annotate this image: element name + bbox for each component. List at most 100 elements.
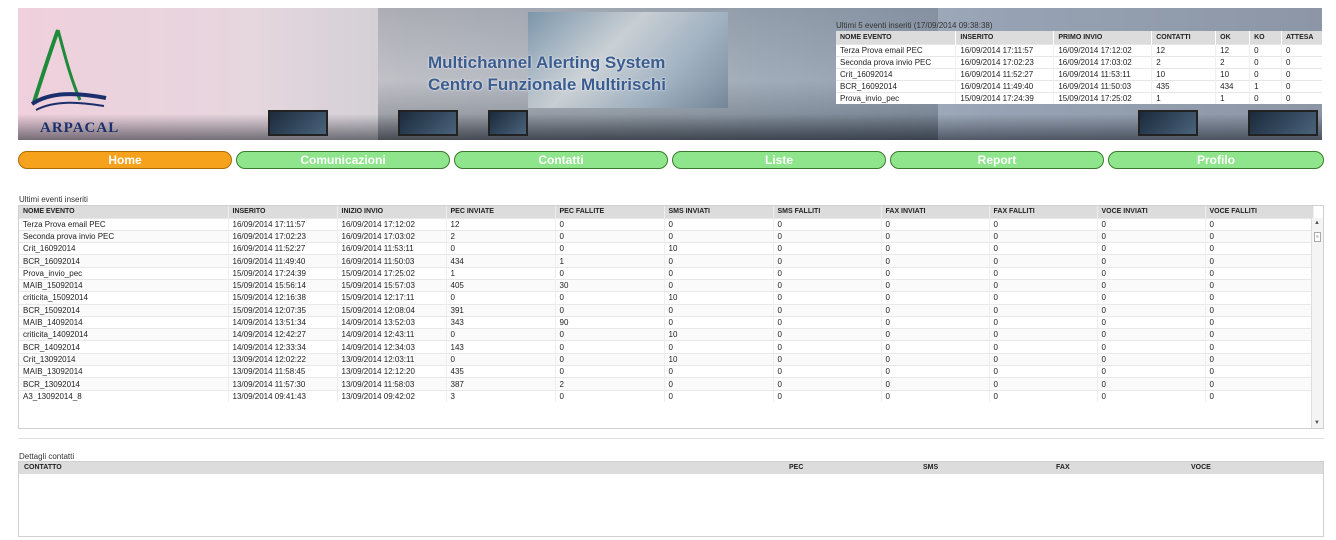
table-cell: 0 [989,389,1098,403]
nav-tab-contatti[interactable]: Contatti [454,151,668,169]
table-row[interactable]: BCR_16092014 16/09/2014 11:49:40 16/09/201… [19,254,1314,268]
table-cell: 0 [555,389,665,403]
table-cell: 0 [1205,340,1314,354]
table-cell: 0 [1205,229,1314,243]
banner-desk [18,114,1322,140]
table-cell: 0 [881,377,990,391]
table-cell: 0 [989,352,1098,366]
events-col-header[interactable]: VOCE FALLITI [1205,206,1314,218]
table-cell: 0 [555,352,665,366]
table-cell: 0 [1205,315,1314,329]
scroll-up-icon[interactable]: ▲ [1314,220,1320,226]
table-row[interactable]: A3_13092014_8 13/09/2014 09:41:43 13/09/20… [19,389,1314,403]
table-cell: 0 [1205,266,1314,280]
events-col-header[interactable]: SMS FALLITI [773,206,882,218]
table-row[interactable]: Terza Prova email PEC 16/09/2014 17:11:57… [19,217,1314,231]
table-cell: 0 [773,291,882,305]
table-cell: 13/09/2014 11:58:45 [228,365,338,378]
table-cell: 0 [664,278,774,292]
table-cell: 15/09/2014 12:07:35 [228,303,338,317]
table-cell: 0 [1097,266,1206,280]
contacts-col-sms[interactable]: SMS [923,464,938,471]
nav-tab-liste[interactable]: Liste [672,151,886,169]
recent-event-cell: 16/09/2014 17:12:02 [1053,43,1153,56]
events-col-header[interactable]: VOCE INVIATI [1097,206,1206,218]
table-cell: 16/09/2014 11:50:03 [337,254,447,268]
table-cell: 0 [446,328,556,341]
table-cell: 13/09/2014 12:02:22 [228,352,338,366]
table-row[interactable]: MAIB_13092014 13/09/2014 11:58:45 13/09/20… [19,365,1314,378]
recent-event-cell: 0 [1249,43,1282,56]
recent-col-header: CONTATTI [1151,31,1217,44]
events-table: NOME EVENTO INSERITO INIZIO INVIO PEC INVIA… [19,206,1314,403]
table-row[interactable]: BCR_15092014 15/09/2014 12:07:35 15/09/201… [19,303,1314,317]
scroll-down-icon[interactable]: ▼ [1314,420,1320,426]
events-col-header[interactable]: INSERITO [228,206,338,218]
table-cell: 0 [1097,377,1206,391]
recent-event-cell: 12 [1151,43,1217,56]
recent-col-header: INSERITO [955,31,1055,44]
table-row[interactable]: MAIB_15092014 15/09/2014 15:56:14 15/09/20… [19,278,1314,292]
table-row[interactable]: BCR_13092014 13/09/2014 11:57:30 13/09/201… [19,377,1314,391]
table-row[interactable]: BCR_14092014 14/09/2014 12:33:34 14/09/201… [19,340,1314,354]
app-title-line1: Multichannel Alerting System [428,53,666,72]
table-cell: MAIB_14092014 [19,315,229,329]
events-col-header[interactable]: SMS INVIATI [664,206,774,218]
table-row[interactable]: Crit_13092014 13/09/2014 12:02:22 13/09/20… [19,352,1314,366]
events-scrollbar[interactable]: ▲ ≡ ▼ [1311,218,1323,428]
table-cell: 0 [989,303,1098,317]
table-cell: 0 [773,389,882,403]
table-cell: 1 [555,254,665,268]
table-cell: 16/09/2014 17:11:57 [228,217,338,231]
table-cell: 0 [773,377,882,391]
table-cell: 0 [773,303,882,317]
app-title-line2: Centro Funzionale Multirischi [428,75,667,94]
table-row[interactable]: Crit_16092014 16/09/2014 11:52:27 16/09/20… [19,242,1314,255]
nav-tab-profilo[interactable]: Profilo [1108,151,1324,169]
events-col-header[interactable]: PEC FALLITE [555,206,665,218]
table-cell: 0 [1205,217,1314,231]
recent-event-row[interactable]: Terza Prova email PEC 16/09/2014 17:11:57… [836,43,1322,56]
table-cell: 0 [989,315,1098,329]
contacts-header: CONTATTO PEC SMS FAX VOCE [19,462,1323,474]
table-row[interactable]: Seconda prova invio PEC 16/09/2014 17:02:… [19,229,1314,243]
contacts-col-pec[interactable]: PEC [789,464,803,471]
banner-monitor [1248,110,1318,136]
table-cell: 16/09/2014 11:53:11 [337,242,447,255]
contacts-col-voce[interactable]: VOCE [1191,464,1211,471]
scroll-thumb[interactable]: ≡ [1314,232,1321,242]
events-col-header[interactable]: FAX INVIATI [881,206,990,218]
table-cell: 10 [664,242,774,255]
recent-event-row[interactable]: Seconda prova invio PEC 16/09/2014 17:02:… [836,55,1322,68]
events-col-header[interactable]: INIZIO INVIO [337,206,447,218]
table-cell: Crit_16092014 [19,242,229,255]
table-row[interactable]: criticita_15092014 15/09/2014 12:16:38 15/… [19,291,1314,305]
table-cell: 0 [773,266,882,280]
recent-event-row[interactable]: Crit_16092014 16/09/2014 11:52:27 16/09/20… [836,67,1322,80]
table-cell: 10 [664,291,774,305]
contacts-col-contatto[interactable]: CONTATTO [24,464,62,471]
events-col-header[interactable]: PEC INVIATE [446,206,556,218]
recent-event-cell: 2 [1215,55,1251,68]
recent-event-cell: Crit_16092014 [836,67,957,80]
table-row[interactable]: criticita_14092014 14/09/2014 12:42:27 14/… [19,328,1314,341]
contacts-col-fax[interactable]: FAX [1056,464,1070,471]
table-cell: 0 [664,340,774,354]
table-cell: 0 [773,217,882,231]
recent-event-row[interactable]: BCR_16092014 16/09/2014 11:49:40 16/09/201… [836,79,1322,92]
table-cell: 12 [446,217,556,231]
nav-tab-report[interactable]: Report [890,151,1104,169]
nav-tab-comunicazioni[interactable]: Comunicazioni [236,151,450,169]
table-cell: 0 [881,303,990,317]
table-row[interactable]: Prova_invio_pec 15/09/2014 17:24:39 15/09/… [19,266,1314,280]
table-cell: 0 [773,278,882,292]
recent-event-row[interactable]: Prova_invio_pec 15/09/2014 17:24:39 15/09/… [836,91,1322,104]
recent-col-header: OK [1215,31,1251,44]
events-col-header[interactable]: NOME EVENTO [19,206,229,218]
table-row[interactable]: MAIB_14092014 14/09/2014 13:51:34 14/09/20… [19,315,1314,329]
table-cell: 405 [446,278,556,292]
nav-tab-home[interactable]: Home [18,151,232,169]
table-cell: 0 [446,242,556,255]
events-col-header[interactable]: FAX FALLITI [989,206,1098,218]
table-cell: 0 [1097,389,1206,403]
